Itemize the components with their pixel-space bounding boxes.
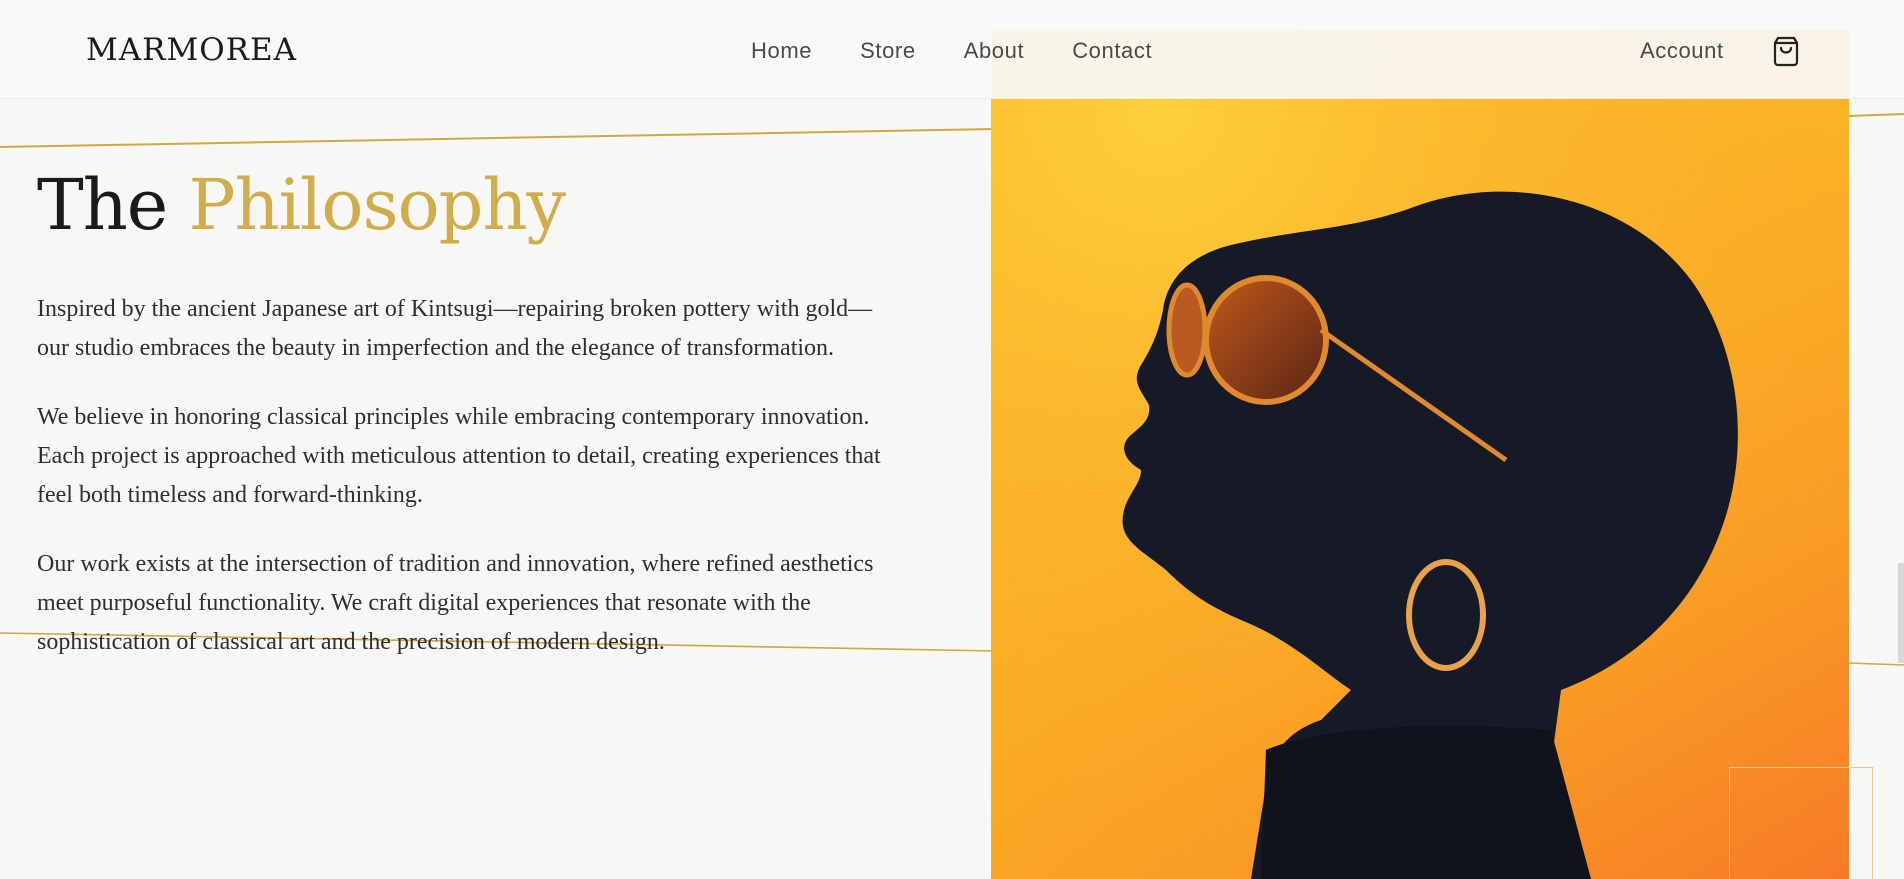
- main-nav: Home Store About Contact: [751, 38, 1152, 64]
- scrollbar-thumb[interactable]: [1898, 563, 1904, 663]
- philosophy-paragraph: Inspired by the ancient Japanese art of …: [37, 296, 873, 361]
- page-title: The Philosophy: [37, 160, 917, 250]
- philosophy-paragraph: We believe in honoring classical princip…: [37, 404, 881, 508]
- nav-item-about[interactable]: About: [964, 38, 1025, 64]
- title-accent: Philosophy: [188, 164, 566, 246]
- nav-item-contact[interactable]: Contact: [1072, 38, 1152, 64]
- nav-item-home[interactable]: Home: [751, 38, 812, 64]
- nav-item-store[interactable]: Store: [860, 38, 916, 64]
- philosophy-section: The Philosophy Inspired by the ancient J…: [37, 160, 917, 662]
- site-header: MARMOREA Home Store About Contact Accoun…: [0, 0, 1904, 99]
- philosophy-paragraph: Our work exists at the intersection of t…: [37, 551, 874, 655]
- brand-logo[interactable]: MARMOREA: [86, 32, 297, 68]
- account-link[interactable]: Account: [1640, 38, 1724, 64]
- hero-portrait-image: [991, 30, 1849, 879]
- page: MARMOREA Home Store About Contact Accoun…: [0, 0, 1904, 879]
- shopping-bag-icon[interactable]: [1771, 35, 1801, 67]
- title-lead: The: [37, 164, 168, 246]
- page-scrollbar[interactable]: [1898, 0, 1904, 879]
- decorative-corner-frame: [1729, 767, 1873, 879]
